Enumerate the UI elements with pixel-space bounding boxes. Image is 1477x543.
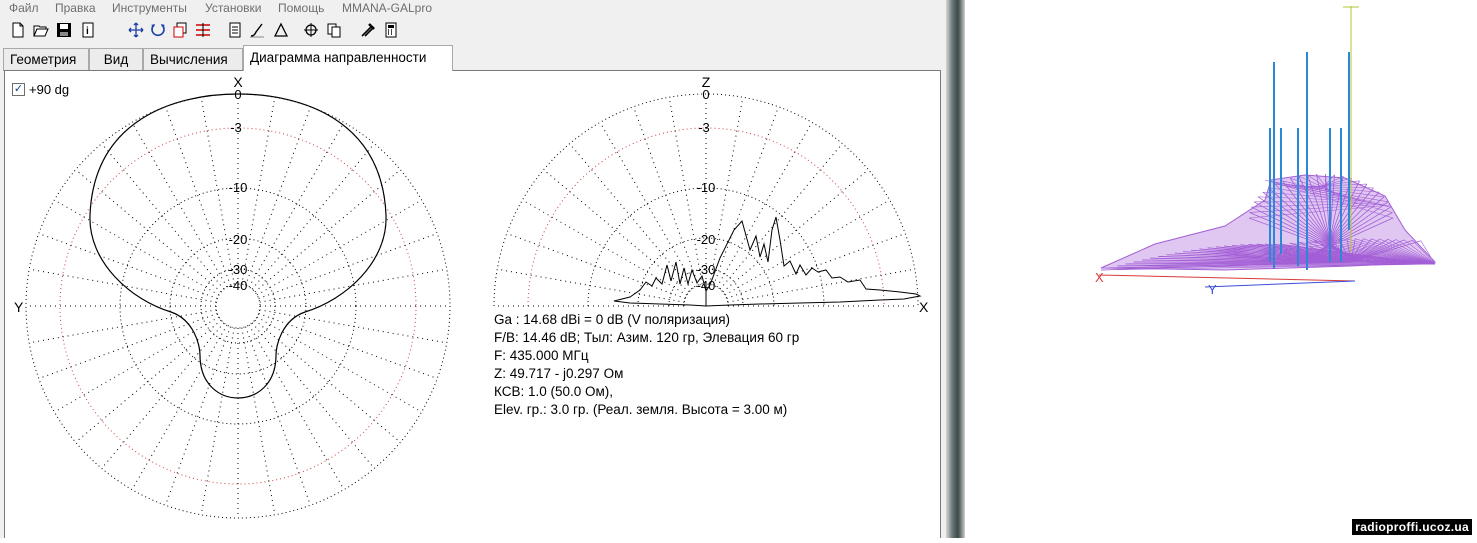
tab-bar: Геометрия Вид Вычисления Диаграмма напра… xyxy=(0,45,946,71)
x-axis-line xyxy=(1099,275,1355,281)
menu-settings[interactable]: Установки xyxy=(205,1,261,15)
tab-geometry[interactable]: Геометрия xyxy=(3,48,89,71)
info-front-back: F/B: 14.46 dB; Тыл: Азим. 120 гр, Элевац… xyxy=(494,329,799,347)
menu-mmana-galpro[interactable]: MMANA-GALpro xyxy=(342,1,432,15)
brush-icon[interactable] xyxy=(248,21,266,39)
info-impedance: Z: 49.717 - j0.297 Ом xyxy=(494,365,799,383)
move-arrows-icon[interactable] xyxy=(127,21,145,39)
y-axis-line xyxy=(1205,281,1355,287)
menu-help[interactable]: Помощь xyxy=(278,1,324,15)
menu-file[interactable]: Файл xyxy=(9,1,39,15)
document-icon[interactable] xyxy=(226,21,244,39)
wire-edit-icon[interactable] xyxy=(194,21,212,39)
open-folder-icon[interactable] xyxy=(32,21,50,39)
antenna-info: Ga : 14.68 dBi = 0 dB (V поляризация) F/… xyxy=(494,311,799,419)
rotate-icon[interactable] xyxy=(149,21,167,39)
3d-x-axis-label: X xyxy=(1095,270,1104,285)
menu-bar: Файл Правка Инструменты Установки Помощь… xyxy=(0,0,946,17)
tab-view[interactable]: Вид xyxy=(89,48,143,71)
toolbar: i xyxy=(0,19,946,43)
3d-pattern-mesh xyxy=(1101,174,1435,270)
tab-radiation-pattern[interactable]: Диаграмма направленности xyxy=(243,45,453,71)
copy-icon[interactable] xyxy=(171,21,189,39)
window-splitter[interactable] xyxy=(946,0,965,538)
checkbox-label: +90 dg xyxy=(29,82,69,97)
menu-edit[interactable]: Правка xyxy=(55,1,96,15)
info-frequency: F: 435.000 МГц xyxy=(494,347,799,365)
tools-icon[interactable] xyxy=(359,21,377,39)
plus-90-checkbox[interactable]: ✓ +90 dg xyxy=(12,82,69,97)
info-gain: Ga : 14.68 dBi = 0 dB (V поляризация) xyxy=(494,311,799,329)
menu-tools[interactable]: Инструменты xyxy=(112,1,187,15)
info-icon[interactable]: i xyxy=(79,21,97,39)
3d-pattern-view: X Y xyxy=(965,0,1477,538)
svg-text:i: i xyxy=(86,26,89,37)
3d-y-axis-label: Y xyxy=(1208,282,1217,297)
info-elevation: Elev. гр.: 3.0 гр. (Реал. земля. Высота … xyxy=(494,401,799,419)
info-swr: КСВ: 1.0 (50.0 Ом), xyxy=(494,383,799,401)
copy-pages-icon[interactable] xyxy=(325,21,343,39)
mmana-window: Файл Правка Инструменты Установки Помощь… xyxy=(0,0,946,538)
triangle-icon[interactable] xyxy=(272,21,290,39)
watermark: radioproffi.ucoz.ua xyxy=(1352,519,1472,535)
tab-calculations[interactable]: Вычисления xyxy=(143,48,243,71)
save-disk-icon[interactable] xyxy=(55,21,73,39)
new-file-icon[interactable] xyxy=(9,21,27,39)
calculator-icon[interactable] xyxy=(382,21,400,39)
crosshair-icon[interactable] xyxy=(302,21,320,39)
checkbox-box[interactable]: ✓ xyxy=(12,83,25,96)
3d-view: X Y radioproffi.ucoz.ua xyxy=(965,0,1477,538)
radiation-pattern-panel xyxy=(4,70,941,538)
mesh-envelope xyxy=(1101,175,1435,270)
